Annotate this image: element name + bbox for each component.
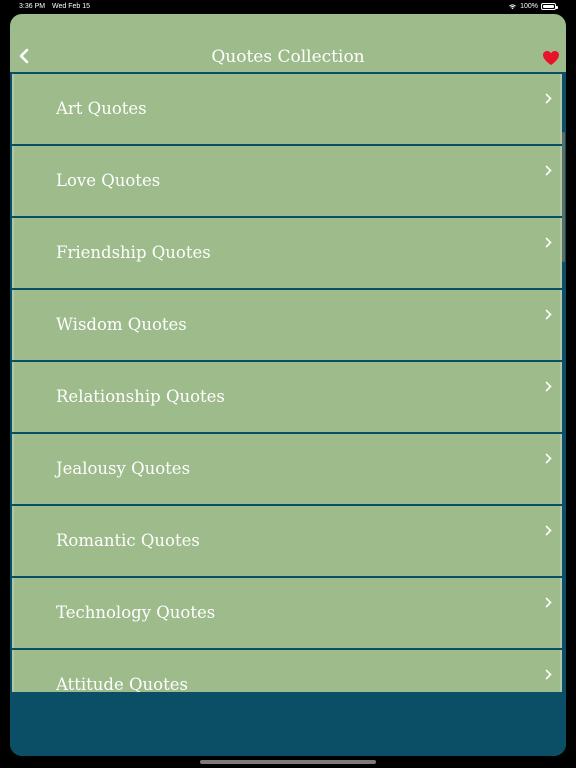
list-item-jealousy-quotes[interactable]: Jealousy Quotes: [12, 434, 562, 504]
battery-icon: [541, 3, 558, 10]
chevron-right-icon: [545, 669, 552, 680]
wifi-icon: [509, 4, 516, 10]
list-item-friendship-quotes[interactable]: Friendship Quotes: [12, 218, 562, 288]
list-item-love-quotes[interactable]: Love Quotes: [12, 146, 562, 216]
chevron-right-icon: [545, 525, 552, 536]
chevron-right-icon: [545, 597, 552, 608]
list-item-label: Romantic Quotes: [56, 531, 200, 550]
home-indicator[interactable]: [200, 760, 376, 764]
navigation-bar: Quotes Collection: [10, 14, 566, 72]
list-item-label: Art Quotes: [56, 99, 147, 118]
list-item-attitude-quotes[interactable]: Attitude Quotes: [12, 650, 562, 692]
status-time: 3:36 PM: [19, 3, 46, 10]
list-item-technology-quotes[interactable]: Technology Quotes: [12, 578, 562, 648]
list-item-label: Wisdom Quotes: [56, 315, 187, 334]
list-item-label: Jealousy Quotes: [56, 459, 191, 478]
list-item-art-quotes[interactable]: Art Quotes: [12, 74, 562, 144]
list-item-label: Attitude Quotes: [56, 675, 188, 692]
list-item-label: Relationship Quotes: [56, 387, 225, 406]
list-item-label: Love Quotes: [56, 171, 161, 190]
chevron-right-icon: [545, 165, 552, 176]
status-date: Wed Feb 15: [52, 3, 91, 10]
chevron-right-icon: [545, 237, 552, 248]
scroll-indicator[interactable]: [562, 132, 565, 262]
heart-icon[interactable]: [542, 50, 560, 66]
page-title: Quotes Collection: [211, 47, 365, 67]
app-window: Quotes Collection Art Quotes Love Quotes…: [10, 14, 566, 756]
list-item-romantic-quotes[interactable]: Romantic Quotes: [12, 506, 562, 576]
list-item-wisdom-quotes[interactable]: Wisdom Quotes: [12, 290, 562, 360]
battery-percentage: 100%: [520, 3, 538, 10]
chevron-right-icon: [545, 93, 552, 104]
list-item-label: Friendship Quotes: [56, 243, 211, 262]
chevron-right-icon: [545, 309, 552, 320]
chevron-right-icon: [545, 453, 552, 464]
chevron-right-icon: [545, 381, 552, 392]
bottom-panel: [10, 692, 566, 756]
list-item-label: Technology Quotes: [56, 603, 216, 622]
category-list[interactable]: Art Quotes Love Quotes Friendship Quotes…: [10, 72, 566, 692]
status-bar: 3:36 PM Wed Feb 15 100%: [0, 0, 576, 14]
list-item-relationship-quotes[interactable]: Relationship Quotes: [12, 362, 562, 432]
status-indicators: 100%: [508, 3, 558, 10]
